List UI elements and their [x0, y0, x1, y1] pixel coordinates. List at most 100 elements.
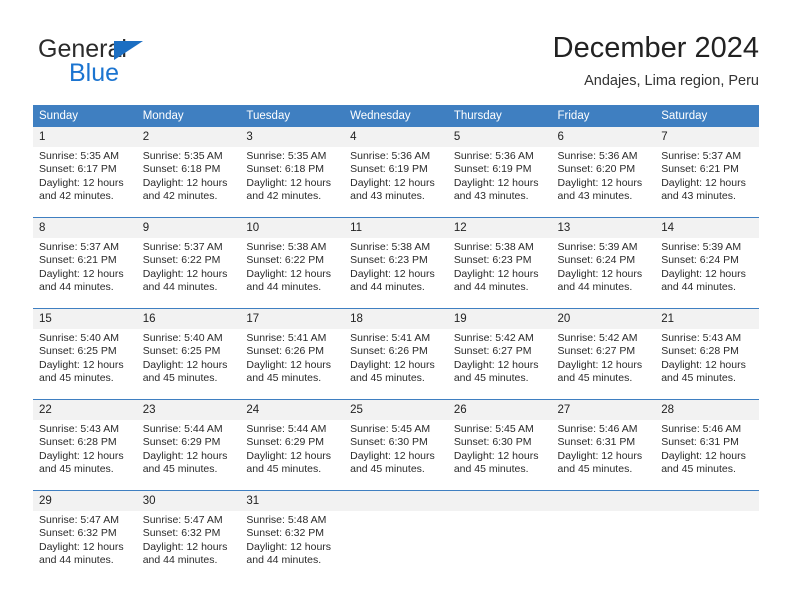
day-info: Sunrise: 5:42 AM Sunset: 6:27 PM Daylight:…: [448, 329, 552, 386]
day-info: Sunrise: 5:44 AM Sunset: 6:29 PM Daylight:…: [240, 420, 344, 477]
sunrise-text: Sunrise: 5:38 AM: [453, 241, 534, 253]
sunrise-text: Sunrise: 5:42 AM: [453, 332, 534, 344]
sunset-text: Sunset: 6:19 PM: [453, 163, 532, 176]
daylight-text-line2: and 45 minutes.: [350, 463, 425, 476]
day-info: Sunrise: 5:37 AM Sunset: 6:21 PM Daylight:…: [655, 147, 759, 204]
sunrise-text: Sunrise: 5:42 AM: [557, 332, 638, 344]
daylight-text-line2: and 43 minutes.: [661, 190, 736, 203]
day-number: 22: [33, 400, 137, 420]
day-cell[interactable]: 27 Sunrise: 5:46 AM Sunset: 6:31 PM Dayligh…: [551, 399, 656, 491]
day-number: [551, 491, 656, 511]
day-cell[interactable]: 23 Sunrise: 5:44 AM Sunset: 6:29 PM Dayligh…: [136, 399, 241, 491]
day-cell[interactable]: 14 Sunrise: 5:39 AM Sunset: 6:24 PM Dayligh…: [655, 217, 759, 309]
day-number: 17: [240, 309, 345, 329]
sunset-text: Sunset: 6:19 PM: [350, 163, 428, 176]
sunset-text: Sunset: 6:27 PM: [453, 345, 532, 358]
daylight-text-line2: and 44 minutes.: [246, 554, 322, 567]
day-cell[interactable]: 9 Sunrise: 5:37 AM Sunset: 6:22 PM Daylight…: [136, 217, 241, 309]
day-cell[interactable]: 4 Sunrise: 5:36 AM Sunset: 6:19 PM Daylight…: [344, 127, 448, 218]
daylight-text-line1: Daylight: 12 hours: [246, 449, 332, 462]
day-cell[interactable]: 17 Sunrise: 5:41 AM Sunset: 6:26 PM Dayligh…: [240, 308, 345, 400]
day-info: Sunrise: 5:45 AM Sunset: 6:30 PM Daylight:…: [448, 420, 552, 477]
sunrise-text: Sunrise: 5:47 AM: [39, 514, 119, 526]
day-cell[interactable]: 26 Sunrise: 5:45 AM Sunset: 6:30 PM Dayligh…: [447, 399, 552, 491]
day-info: Sunrise: 5:45 AM Sunset: 6:30 PM Daylight:…: [344, 420, 448, 477]
day-cell[interactable]: 7 Sunrise: 5:37 AM Sunset: 6:21 PM Daylight…: [655, 127, 759, 218]
sunrise-text: Sunrise: 5:47 AM: [142, 514, 223, 526]
daylight-text-line1: Daylight: 12 hours: [453, 358, 539, 371]
day-info: [552, 511, 656, 514]
daylight-text-line2: and 45 minutes.: [661, 463, 736, 476]
sunset-text: Sunset: 6:17 PM: [39, 163, 117, 176]
weekday-header-friday: Friday: [551, 105, 656, 127]
sunset-text: Sunset: 6:28 PM: [661, 345, 739, 358]
day-info: Sunrise: 5:46 AM Sunset: 6:31 PM Daylight:…: [552, 420, 656, 477]
day-cell[interactable]: 1 Sunrise: 5:35 AM Sunset: 6:17 PM Daylight…: [33, 127, 137, 218]
day-info: Sunrise: 5:36 AM Sunset: 6:19 PM Daylight:…: [344, 147, 448, 204]
day-cell[interactable]: 11 Sunrise: 5:38 AM Sunset: 6:23 PM Dayligh…: [344, 217, 448, 309]
day-cell[interactable]: 3 Sunrise: 5:35 AM Sunset: 6:18 PM Daylight…: [240, 127, 345, 218]
day-number: [344, 491, 448, 511]
day-cell[interactable]: 29 Sunrise: 5:47 AM Sunset: 6:32 PM Dayligh…: [33, 490, 137, 581]
daylight-text-line1: Daylight: 12 hours: [39, 540, 124, 553]
day-number: 1: [33, 127, 137, 147]
day-info: [448, 511, 552, 514]
daylight-text-line1: Daylight: 12 hours: [661, 358, 746, 371]
day-cell[interactable]: 20 Sunrise: 5:42 AM Sunset: 6:27 PM Dayligh…: [551, 308, 656, 400]
day-info: Sunrise: 5:41 AM Sunset: 6:26 PM Daylight:…: [344, 329, 448, 386]
daylight-text-line1: Daylight: 12 hours: [39, 176, 124, 189]
daylight-text-line2: and 45 minutes.: [246, 463, 322, 476]
sunrise-text: Sunrise: 5:41 AM: [350, 332, 431, 344]
sunset-text: Sunset: 6:32 PM: [39, 527, 117, 540]
day-cell[interactable]: 22 Sunrise: 5:43 AM Sunset: 6:28 PM Dayligh…: [33, 399, 137, 491]
day-info: Sunrise: 5:43 AM Sunset: 6:28 PM Daylight:…: [655, 329, 759, 386]
daylight-text-line1: Daylight: 12 hours: [661, 176, 746, 189]
day-cell[interactable]: 28 Sunrise: 5:46 AM Sunset: 6:31 PM Dayligh…: [655, 399, 759, 491]
sunset-text: Sunset: 6:26 PM: [350, 345, 428, 358]
title-block: December 2024 Andajes, Lima region, Peru: [553, 30, 759, 92]
day-cell[interactable]: 8 Sunrise: 5:37 AM Sunset: 6:21 PM Daylight…: [33, 217, 137, 309]
day-cell[interactable]: 24 Sunrise: 5:44 AM Sunset: 6:29 PM Dayligh…: [240, 399, 345, 491]
day-cell[interactable]: 2 Sunrise: 5:35 AM Sunset: 6:18 PM Daylight…: [136, 127, 241, 218]
daylight-text-line2: and 42 minutes.: [39, 190, 114, 203]
daylight-text-line1: Daylight: 12 hours: [350, 176, 435, 189]
day-cell[interactable]: 10 Sunrise: 5:38 AM Sunset: 6:22 PM Dayligh…: [240, 217, 345, 309]
day-cell[interactable]: 19 Sunrise: 5:42 AM Sunset: 6:27 PM Dayligh…: [447, 308, 552, 400]
day-number: 14: [655, 218, 759, 238]
sunset-text: Sunset: 6:25 PM: [142, 345, 221, 358]
day-cell[interactable]: 31 Sunrise: 5:48 AM Sunset: 6:32 PM Dayligh…: [240, 490, 345, 581]
day-number: 7: [655, 127, 759, 147]
day-cell[interactable]: 21 Sunrise: 5:43 AM Sunset: 6:28 PM Dayligh…: [655, 308, 759, 400]
day-cell[interactable]: 18 Sunrise: 5:41 AM Sunset: 6:26 PM Dayligh…: [344, 308, 448, 400]
day-cell[interactable]: 6 Sunrise: 5:36 AM Sunset: 6:20 PM Daylight…: [551, 127, 656, 218]
day-number: 29: [33, 491, 137, 511]
day-info: Sunrise: 5:47 AM Sunset: 6:32 PM Daylight:…: [137, 511, 241, 568]
sunset-text: Sunset: 6:20 PM: [557, 163, 636, 176]
day-number: 11: [344, 218, 448, 238]
sunrise-text: Sunrise: 5:44 AM: [246, 423, 327, 435]
sunset-text: Sunset: 6:32 PM: [142, 527, 221, 540]
day-cell[interactable]: 25 Sunrise: 5:45 AM Sunset: 6:30 PM Dayligh…: [344, 399, 448, 491]
daylight-text-line1: Daylight: 12 hours: [350, 267, 435, 280]
day-cell[interactable]: 13 Sunrise: 5:39 AM Sunset: 6:24 PM Dayligh…: [551, 217, 656, 309]
day-number: 2: [136, 127, 241, 147]
sunrise-text: Sunrise: 5:35 AM: [142, 150, 223, 162]
day-number: 28: [655, 400, 759, 420]
day-cell[interactable]: 16 Sunrise: 5:40 AM Sunset: 6:25 PM Dayligh…: [136, 308, 241, 400]
sunrise-text: Sunrise: 5:35 AM: [39, 150, 119, 162]
sunrise-text: Sunrise: 5:46 AM: [661, 423, 742, 435]
sunrise-text: Sunrise: 5:39 AM: [661, 241, 742, 253]
day-cell[interactable]: 12 Sunrise: 5:38 AM Sunset: 6:23 PM Dayligh…: [447, 217, 552, 309]
logo-word-blue: Blue: [69, 59, 120, 87]
sunset-text: Sunset: 6:32 PM: [246, 527, 325, 540]
day-info: [344, 511, 448, 514]
calendar-table: Sunday Monday Tuesday Wednesday Thursday…: [33, 105, 759, 581]
day-number: 25: [344, 400, 448, 420]
general-blue-logo[interactable]: General Blue: [38, 36, 238, 92]
daylight-text-line1: Daylight: 12 hours: [453, 449, 539, 462]
day-cell[interactable]: 5 Sunrise: 5:36 AM Sunset: 6:19 PM Daylight…: [447, 127, 552, 218]
day-cell[interactable]: 15 Sunrise: 5:40 AM Sunset: 6:25 PM Dayligh…: [33, 308, 137, 400]
day-cell[interactable]: 30 Sunrise: 5:47 AM Sunset: 6:32 PM Dayligh…: [136, 490, 241, 581]
calendar-page: General Blue December 2024 Andajes, Lima…: [0, 0, 792, 612]
day-info: Sunrise: 5:46 AM Sunset: 6:31 PM Daylight:…: [655, 420, 759, 477]
